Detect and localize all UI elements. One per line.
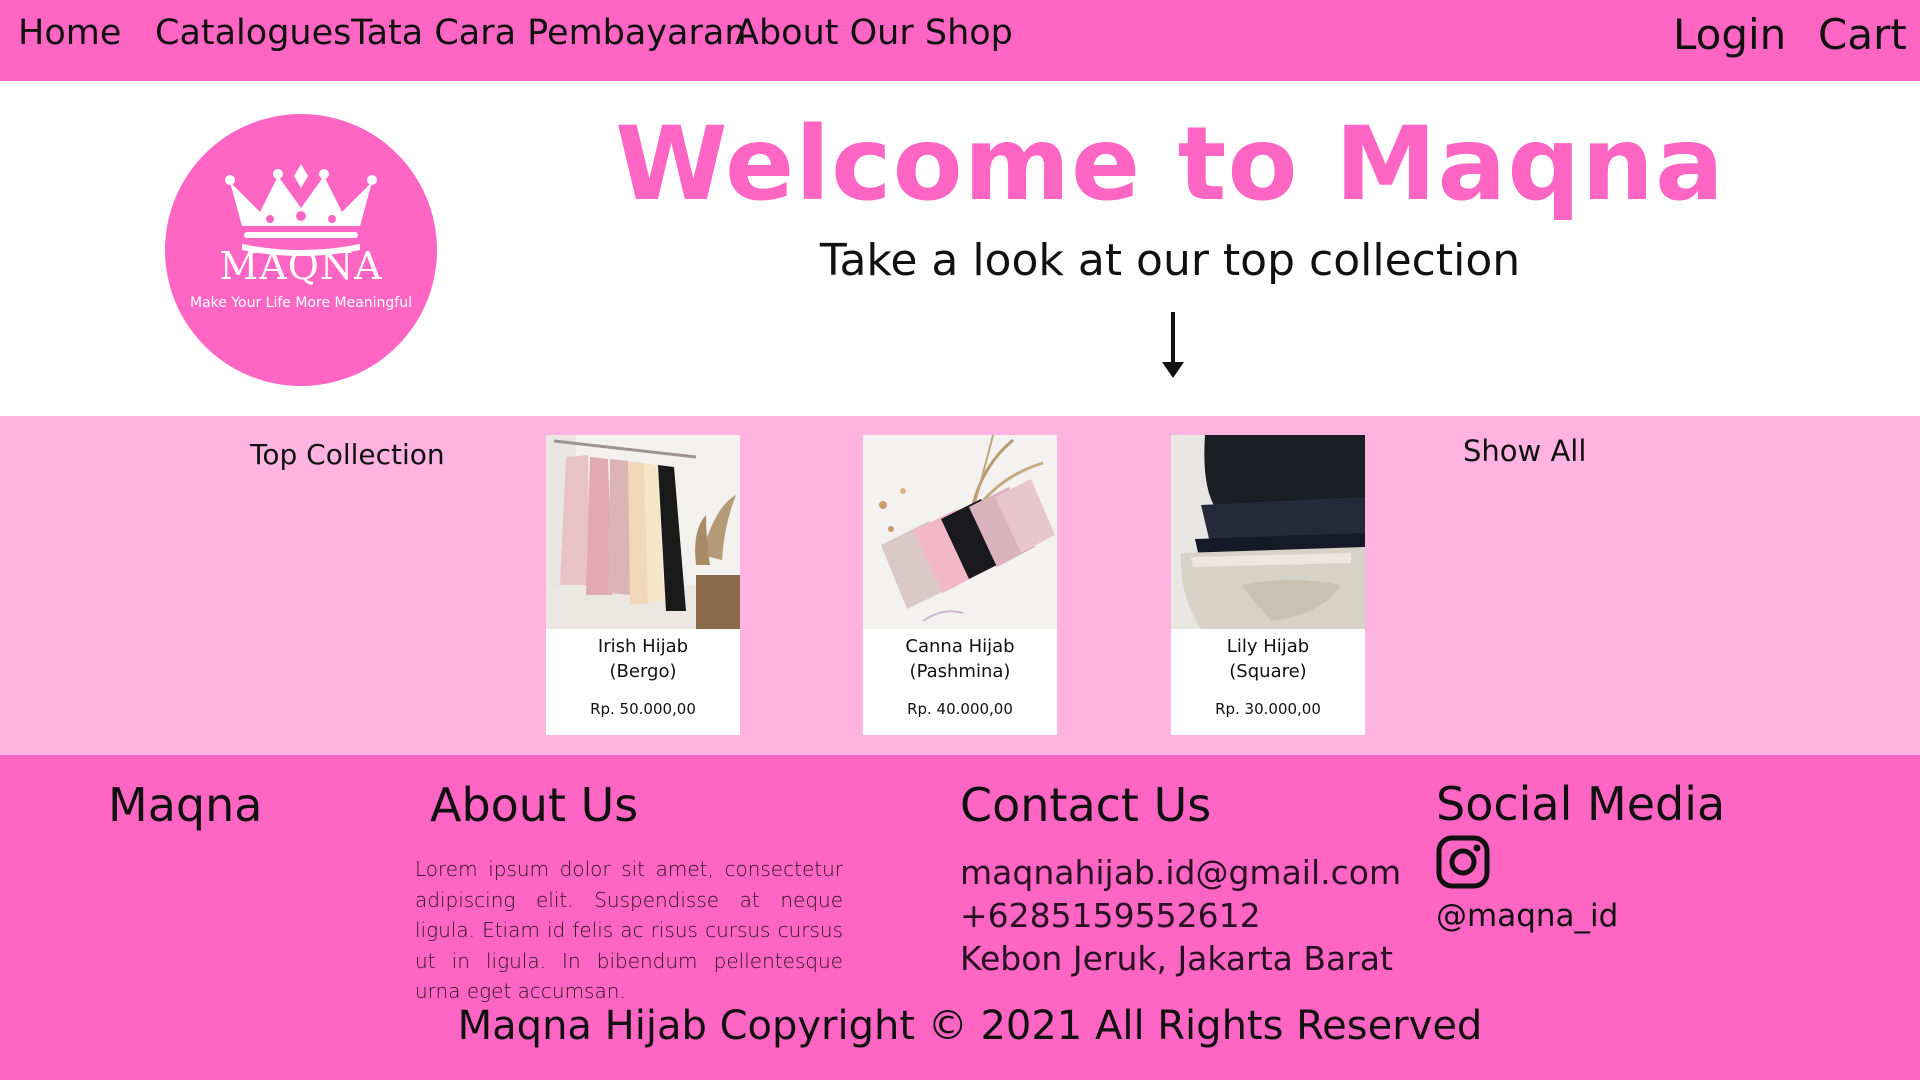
footer: Maqna About Us Lorem ipsum dolor sit ame… [0, 755, 1920, 1080]
product-price: Rp. 40.000,00 [907, 700, 1013, 718]
product-card-irish-hijab[interactable]: Irish Hijab (Bergo) Rp. 50.000,00 [546, 435, 740, 735]
about-us-heading: About Us [430, 778, 639, 832]
nav-payment-link[interactable]: Tata Cara Pembayaran [351, 0, 747, 66]
nav-catalogues-link[interactable]: Catalogues [155, 0, 351, 66]
social-media-heading: Social Media [1436, 777, 1726, 831]
contact-phone[interactable]: +6285159552612 [960, 896, 1261, 935]
product-name-line1: Lily Hijab [1226, 636, 1310, 657]
contact-address: Kebon Jeruk, Jakarta Barat [960, 939, 1393, 978]
footer-brand: Maqna [108, 778, 263, 832]
top-collection-section: Top Collection Irish Hijab (Bergo) Rp. 5… [0, 416, 1920, 755]
logo-tagline: Make Your Life More Meaningful [190, 295, 412, 311]
about-us-text: Lorem ipsum dolor sit amet, consectetur … [415, 857, 843, 1003]
product-price: Rp. 50.000,00 [590, 700, 696, 718]
product-name: Irish Hijab (Bergo) [546, 634, 740, 684]
product-name-line2: (Bergo) [609, 661, 677, 682]
hero-subtitle: Take a look at our top collection [819, 235, 1521, 286]
product-name: Canna Hijab (Pashmina) [863, 634, 1057, 684]
copyright-text: Maqna Hijab Copyright © 2021 All Rights … [457, 1003, 1483, 1049]
product-image-irish-hijab [546, 435, 740, 629]
product-card-lily-hijab[interactable]: Lily Hijab (Square) Rp. 30.000,00 [1171, 435, 1365, 735]
product-name-line1: Canna Hijab [905, 636, 1015, 657]
contact-email[interactable]: maqnahijab.id@gmail.com [960, 853, 1401, 892]
logo-wordmark: MAQNA [219, 244, 383, 288]
product-image-lily-hijab [1171, 435, 1365, 629]
product-price: Rp. 30.000,00 [1215, 700, 1321, 718]
product-card-canna-hijab[interactable]: Canna Hijab (Pashmina) Rp. 40.000,00 [863, 435, 1057, 735]
top-collection-title: Top Collection [250, 438, 445, 471]
arrow-down-icon [1162, 312, 1184, 378]
nav-cart-link[interactable]: Cart [1818, 2, 1907, 68]
hero-title: Welcome to Maqna [615, 105, 1725, 224]
product-name-line2: (Pashmina) [909, 661, 1011, 682]
product-name-line2: (Square) [1229, 661, 1307, 682]
product-name-line1: Irish Hijab [597, 636, 689, 657]
maqna-logo: MAQNA Make Your Life More Meaningful [165, 114, 437, 386]
product-image-canna-hijab [863, 435, 1057, 629]
nav-home-link[interactable]: Home [18, 0, 121, 66]
show-all-link[interactable]: Show All [1463, 434, 1586, 468]
top-navbar: Home Catalogues Tata Cara Pembayaran Abo… [0, 0, 1920, 81]
instagram-handle-link[interactable]: @maqna_id [1436, 898, 1618, 934]
nav-login-link[interactable]: Login [1673, 2, 1786, 68]
contact-us-heading: Contact Us [960, 778, 1212, 832]
instagram-icon[interactable] [1436, 835, 1490, 889]
product-name: Lily Hijab (Square) [1171, 634, 1365, 684]
nav-about-link[interactable]: About Our Shop [735, 0, 1013, 66]
